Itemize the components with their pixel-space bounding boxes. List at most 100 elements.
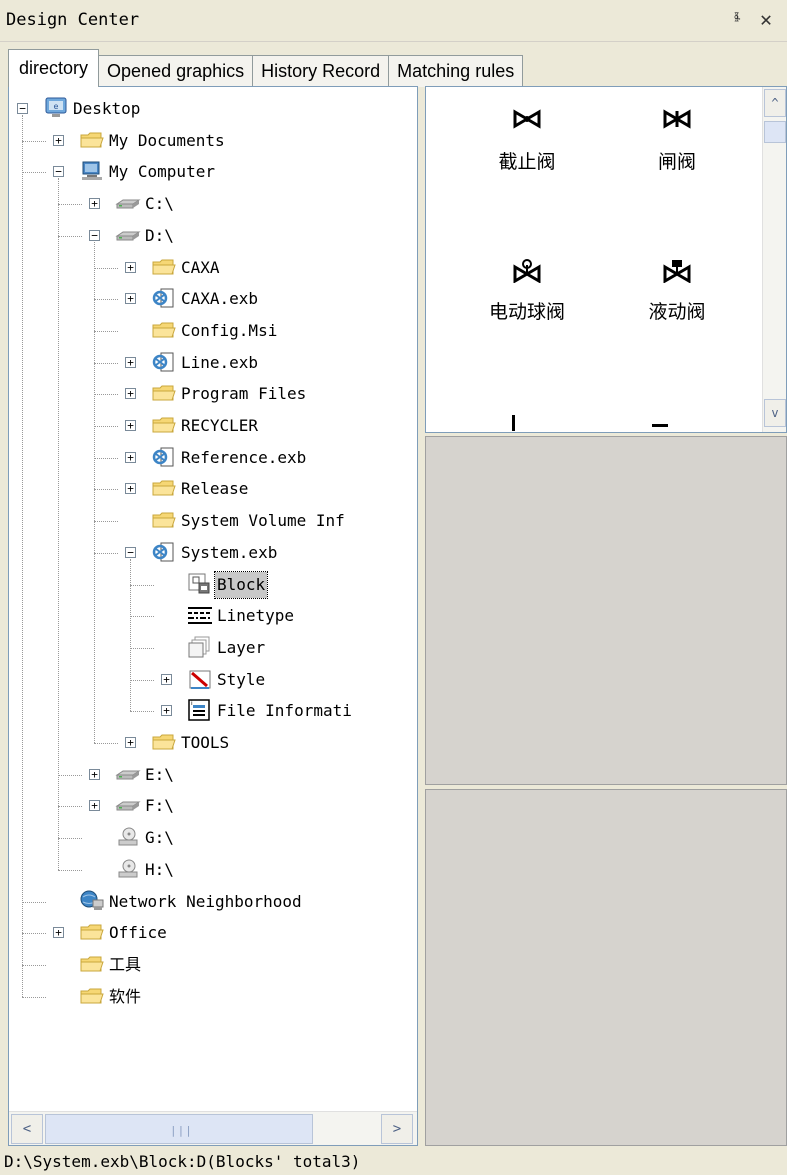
tree-item-label: 软件 [109,986,142,1006]
expand-icon[interactable]: + [125,293,136,305]
tree-item-drive-h[interactable]: H:\ [9,854,417,886]
tree-item-config-msi[interactable]: Config.Msi [9,315,417,347]
collapse-icon[interactable]: − [125,546,136,558]
tab-matching-rules[interactable]: Matching rules [388,55,524,87]
tree-item-style[interactable]: + Style [9,664,417,696]
scroll-down-button[interactable]: v [764,399,786,427]
tree-item-label: Line.exb [181,352,259,372]
expand-icon[interactable]: + [53,134,64,146]
vertical-scrollbar[interactable]: ^ v [762,87,786,432]
tree-item-tools-cn[interactable]: 工具 [9,949,417,981]
tree-item-file-info[interactable]: + i File Informati [9,695,417,727]
pin-icon[interactable]: ⱛ [734,9,741,29]
preview-item-label: 截止阀 [498,151,556,173]
collapse-icon[interactable]: − [89,229,100,241]
expand-icon[interactable]: + [89,800,100,812]
preview-item-label: 液动阀 [648,301,706,323]
expand-icon[interactable]: + [125,737,136,748]
svg-text:e: e [54,102,59,111]
computer-icon [79,160,105,182]
block-detail-panel [425,436,787,785]
tree-item-linetype[interactable]: Linetype [9,600,417,632]
scroll-up-button[interactable]: ^ [764,89,786,117]
tree-item-label: Release [181,479,249,499]
tree-item-line-exb[interactable]: + Line.exb [9,347,417,379]
folder-icon [151,477,177,499]
expand-icon[interactable]: + [125,451,136,463]
tree-item-label: 工具 [109,954,142,974]
drive-icon [115,192,141,214]
expand-icon[interactable]: + [53,927,64,939]
tree-item-system-exb[interactable]: − System.exb [9,537,417,569]
tree-item-drive-c[interactable]: + C:\ [9,188,417,220]
network-icon [79,890,105,912]
preview-item-gate-valve[interactable]: 闸阀 [602,87,752,227]
tree-item-layer[interactable]: Layer [9,632,417,664]
tree-item-caxa-exb[interactable]: + CAXA.exb [9,283,417,315]
folder-icon [151,382,177,404]
directory-tree[interactable]: − e Desktop + My Documents − My Computer + C:\ − D… [9,87,417,1111]
tree-item-caxa[interactable]: + CAXA [9,252,417,284]
tree-item-reference-exb[interactable]: + Reference.exb [9,442,417,474]
collapse-icon[interactable]: − [17,103,28,114]
tree-item-label: F:\ [145,796,174,816]
tree-item-drive-g[interactable]: G:\ [9,822,417,854]
expand-icon[interactable]: + [161,673,172,685]
block-preview-panel: 截止阀 闸阀 电动球阀 液动阀 ^ v [425,86,787,433]
scroll-thumb[interactable]: ||| [45,1114,313,1144]
block-info-panel [425,789,787,1146]
expand-icon[interactable]: + [89,198,100,210]
preview-item-globe-valve[interactable]: 截止阀 [452,87,602,227]
tree-item-my-computer[interactable]: − My Computer [9,156,417,188]
preview-item-label: 闸阀 [657,151,696,173]
title-bar: Design Center ⱛ ✕ [0,0,787,42]
electric-ball-valve-icon [513,259,541,283]
tree-item-label: TOOLS [181,733,230,752]
tree-item-my-documents[interactable]: + My Documents [9,125,417,157]
tree-item-label: CAXA [181,257,220,277]
tree-item-drive-f[interactable]: + F:\ [9,790,417,822]
scroll-left-button[interactable]: < [11,1114,43,1144]
tree-item-block[interactable]: Block [9,569,417,601]
tree-item-drive-d[interactable]: − D:\ [9,220,417,252]
tree-item-network[interactable]: Network Neighborhood [9,886,417,918]
preview-item-hydraulic-valve[interactable]: 液动阀 [602,237,752,377]
tree-item-system-volume[interactable]: System Volume Inf [9,505,417,537]
tree-item-label: My Documents [109,130,225,150]
window-title: Design Center [6,10,140,30]
tree-item-tools[interactable]: + TOOLS [9,727,417,759]
tab-opened-graphics[interactable]: Opened graphics [98,55,254,87]
folder-icon [79,985,105,1007]
collapse-icon[interactable]: − [53,166,64,178]
tab-history-record[interactable]: History Record [252,55,390,87]
folder-icon [151,256,177,278]
expand-icon[interactable]: + [125,420,136,431]
expand-icon[interactable]: + [125,261,136,273]
tree-item-release[interactable]: + Release [9,473,417,505]
expand-icon[interactable]: + [125,356,136,368]
tree-item-recycler[interactable]: + RECYCLER [9,410,417,442]
expand-icon[interactable]: + [125,483,136,495]
partial-symbol-icon [512,415,515,431]
tree-item-program-files[interactable]: + Program Files [9,378,417,410]
tree-item-label: CAXA.exb [181,289,259,309]
expand-icon[interactable]: + [89,768,100,780]
scroll-thumb[interactable] [764,121,786,143]
tree-item-desktop[interactable]: − e Desktop [9,93,417,125]
preview-item-electric-ball-valve[interactable]: 电动球阀 [452,237,602,377]
tree-item-office[interactable]: + Office [9,917,417,949]
folder-icon [151,731,177,753]
preview-item-label: 电动球阀 [488,301,565,323]
expand-icon[interactable]: + [125,388,136,400]
exb-file-icon [151,351,177,373]
close-icon[interactable]: ✕ [760,7,772,31]
tree-item-software-cn[interactable]: 软件 [9,981,417,1013]
tab-directory[interactable]: directory [8,49,100,87]
tree-item-drive-e[interactable]: + E:\ [9,759,417,791]
horizontal-scrollbar[interactable]: < ||| > [9,1111,417,1145]
scroll-right-button[interactable]: > [381,1114,413,1144]
tree-item-label: System Volume Inf [181,511,345,531]
expand-icon[interactable]: + [161,705,172,717]
folder-icon [79,921,105,943]
folder-icon [79,129,105,151]
